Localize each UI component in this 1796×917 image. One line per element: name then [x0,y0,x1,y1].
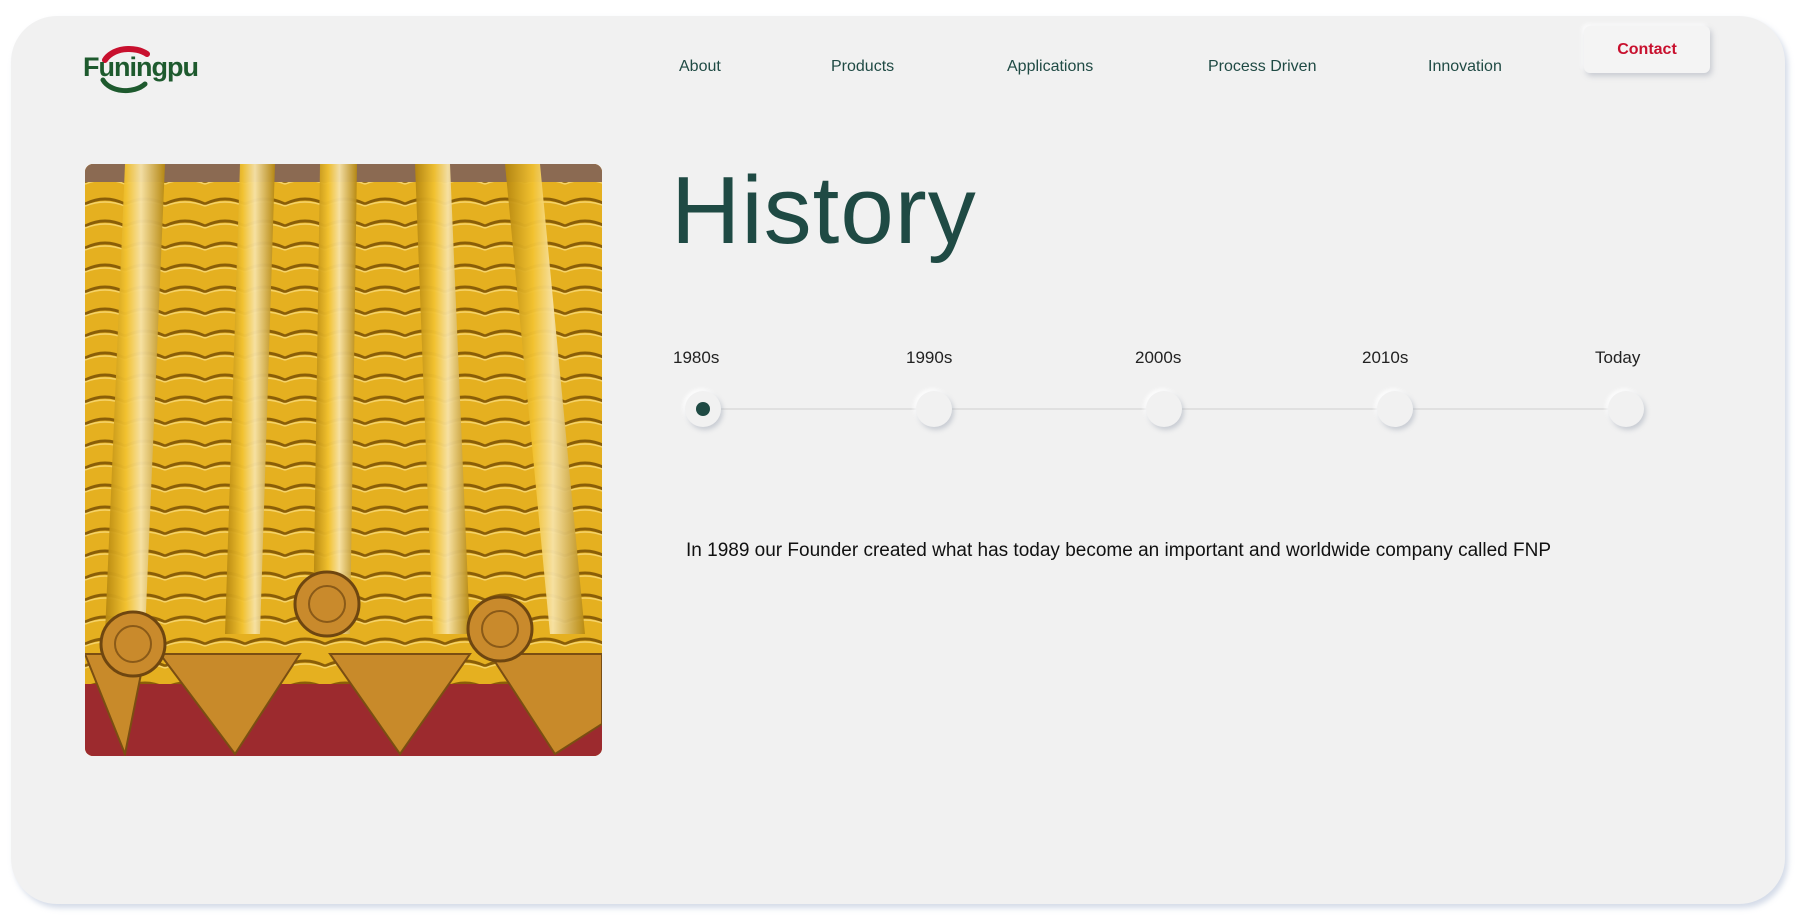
nav-applications[interactable]: Applications [1007,58,1093,76]
timeline-dot-today[interactable] [1608,391,1644,427]
timeline-label-2000s: 2000s [1135,348,1182,367]
roof-tiles-image [85,164,602,756]
timeline-label-1990s: 1990s [906,348,953,367]
nav-about[interactable]: About [679,58,721,76]
nav-process-driven[interactable]: Process Driven [1208,58,1316,76]
timeline-dot-2000s[interactable] [1146,391,1182,427]
timeline-label-today: Today [1595,348,1641,367]
history-description: In 1989 our Founder created what has tod… [686,540,1551,561]
timeline-dot-1990s[interactable] [916,391,952,427]
timeline-dot-2010s[interactable] [1377,391,1413,427]
page-title: History [671,157,977,264]
nav-products[interactable]: Products [831,58,894,76]
brand-logo[interactable]: Funingpu [83,40,199,98]
timeline-label-2010s: 2010s [1362,348,1409,367]
contact-button[interactable]: Contact [1584,26,1710,73]
timeline-label-1980s: 1980s [673,348,720,367]
nav-innovation[interactable]: Innovation [1428,58,1502,76]
timeline-dot-1980s[interactable] [685,391,721,427]
logo-wordmark: Funingpu [83,52,199,82]
page-card: Funingpu About Products Applications Pro… [11,16,1785,904]
